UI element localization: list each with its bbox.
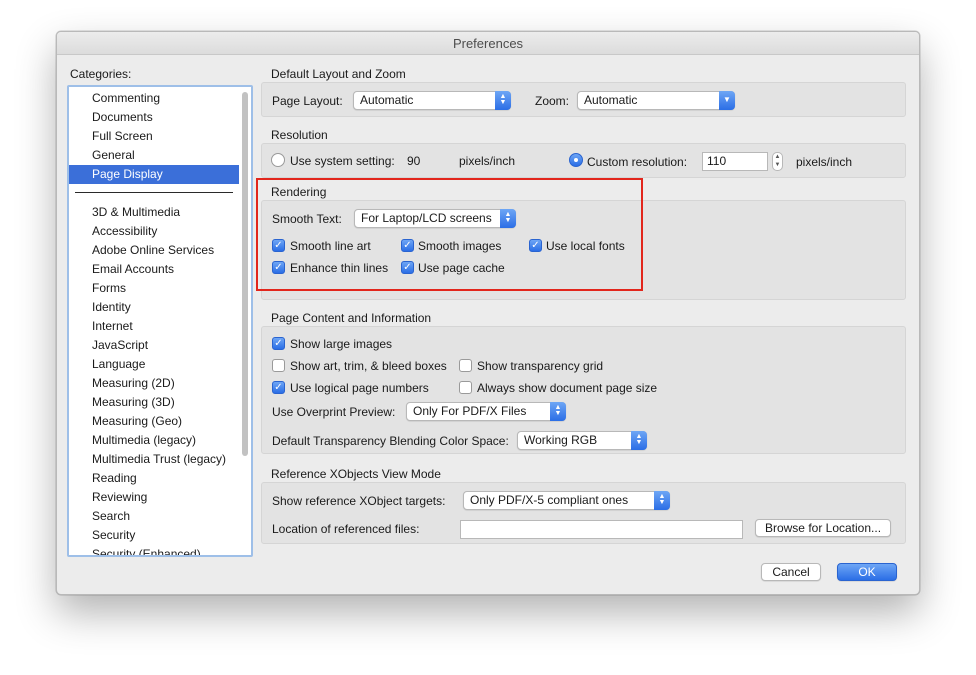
use-logical-page-numbers-checkbox[interactable]: ✓: [272, 381, 285, 394]
category-security[interactable]: Security: [69, 526, 239, 545]
popup-arrows-icon: ▲ ▼: [654, 491, 670, 510]
xobjects-group-title: Reference XObjects View Mode: [271, 467, 441, 481]
show-transparency-grid-checkbox[interactable]: [459, 359, 472, 372]
blending-space-label: Default Transparency Blending Color Spac…: [272, 434, 509, 448]
system-setting-label: Use system setting:: [290, 154, 395, 168]
category-measuring-geo[interactable]: Measuring (Geo): [69, 412, 239, 431]
rendering-highlight-annotation: [256, 178, 643, 291]
category-multimedia-legacy[interactable]: Multimedia (legacy): [69, 431, 239, 450]
category-page-display[interactable]: Page Display: [69, 165, 239, 184]
show-art-trim-label: Show art, trim, & bleed boxes: [290, 359, 447, 373]
categories-list[interactable]: Commenting Documents Full Screen General…: [67, 85, 253, 557]
show-large-images-label: Show large images: [290, 337, 393, 351]
category-language[interactable]: Language: [69, 355, 239, 374]
show-large-images-checkbox[interactable]: ✓: [272, 337, 285, 350]
xobject-targets-value: Only PDF/X-5 compliant ones: [470, 493, 629, 507]
xobject-targets-label: Show reference XObject targets:: [272, 494, 446, 508]
category-general[interactable]: General: [69, 146, 239, 165]
browse-location-button[interactable]: Browse for Location...: [755, 519, 891, 537]
overprint-preview-popup[interactable]: Only For PDF/X Files ▲ ▼: [406, 402, 566, 421]
page-layout-label: Page Layout:: [272, 94, 343, 108]
system-setting-radio[interactable]: [271, 153, 285, 167]
always-show-page-size-checkbox[interactable]: [459, 381, 472, 394]
category-documents[interactable]: Documents: [69, 108, 239, 127]
preferences-window: Preferences Categories: Commenting Docum…: [56, 31, 920, 595]
cancel-button[interactable]: Cancel: [761, 563, 821, 581]
ok-button[interactable]: OK: [837, 563, 897, 581]
category-multimedia-trust-legacy[interactable]: Multimedia Trust (legacy): [69, 450, 239, 469]
categories-scrollbar-thumb[interactable]: [242, 92, 248, 456]
always-show-page-size-label: Always show document page size: [477, 381, 658, 395]
window-title: Preferences: [57, 32, 919, 55]
category-reviewing[interactable]: Reviewing: [69, 488, 239, 507]
custom-resolution-stepper[interactable]: ▲ ▼: [772, 152, 783, 171]
category-identity[interactable]: Identity: [69, 298, 239, 317]
use-logical-page-numbers-label: Use logical page numbers: [290, 381, 429, 395]
system-setting-unit: pixels/inch: [459, 154, 516, 168]
popup-arrows-icon: ▲ ▼: [550, 402, 566, 421]
category-full-screen[interactable]: Full Screen: [69, 127, 239, 146]
layout-group-title: Default Layout and Zoom: [271, 67, 406, 81]
custom-resolution-unit: pixels/inch: [796, 155, 853, 169]
categories-scrollbar[interactable]: [240, 88, 250, 554]
category-measuring-3d[interactable]: Measuring (3D): [69, 393, 239, 412]
category-internet[interactable]: Internet: [69, 317, 239, 336]
page-layout-popup[interactable]: Automatic ▲ ▼: [353, 91, 511, 110]
category-adobe-online-services[interactable]: Adobe Online Services: [69, 241, 239, 260]
custom-resolution-radio[interactable]: [569, 153, 583, 167]
popup-arrows-icon: ▲ ▼: [495, 91, 511, 110]
custom-resolution-label: Custom resolution:: [587, 155, 688, 169]
show-art-trim-checkbox[interactable]: [272, 359, 285, 372]
category-divider: [75, 192, 233, 193]
category-forms[interactable]: Forms: [69, 279, 239, 298]
location-files-input[interactable]: [460, 520, 743, 539]
category-email-accounts[interactable]: Email Accounts: [69, 260, 239, 279]
category-accessibility[interactable]: Accessibility: [69, 222, 239, 241]
category-search[interactable]: Search: [69, 507, 239, 526]
blending-space-value: Working RGB: [524, 433, 598, 447]
category-javascript[interactable]: JavaScript: [69, 336, 239, 355]
content-group-title: Page Content and Information: [271, 311, 432, 325]
category-commenting[interactable]: Commenting: [69, 89, 239, 108]
custom-resolution-input[interactable]: 110: [702, 152, 768, 171]
location-files-label: Location of referenced files:: [272, 522, 420, 536]
overprint-preview-label: Use Overprint Preview:: [272, 405, 396, 419]
zoom-popup[interactable]: Automatic ▼: [577, 91, 735, 110]
show-transparency-grid-label: Show transparency grid: [477, 359, 604, 373]
system-setting-value: 90: [407, 154, 421, 168]
category-measuring-2d[interactable]: Measuring (2D): [69, 374, 239, 393]
zoom-label: Zoom:: [535, 94, 570, 108]
categories-label: Categories:: [70, 67, 132, 81]
category-reading[interactable]: Reading: [69, 469, 239, 488]
resolution-group-title: Resolution: [271, 128, 328, 142]
category-security-enhanced[interactable]: Security (Enhanced): [69, 545, 239, 555]
page-layout-value: Automatic: [360, 93, 414, 107]
zoom-value: Automatic: [584, 93, 638, 107]
category-3d-multimedia[interactable]: 3D & Multimedia: [69, 203, 239, 222]
popup-arrows-icon: ▲ ▼: [631, 431, 647, 450]
xobject-targets-popup[interactable]: Only PDF/X-5 compliant ones ▲ ▼: [463, 491, 670, 510]
blending-space-popup[interactable]: Working RGB ▲ ▼: [517, 431, 647, 450]
chevron-down-icon: ▼: [719, 91, 735, 110]
overprint-preview-value: Only For PDF/X Files: [413, 404, 527, 418]
